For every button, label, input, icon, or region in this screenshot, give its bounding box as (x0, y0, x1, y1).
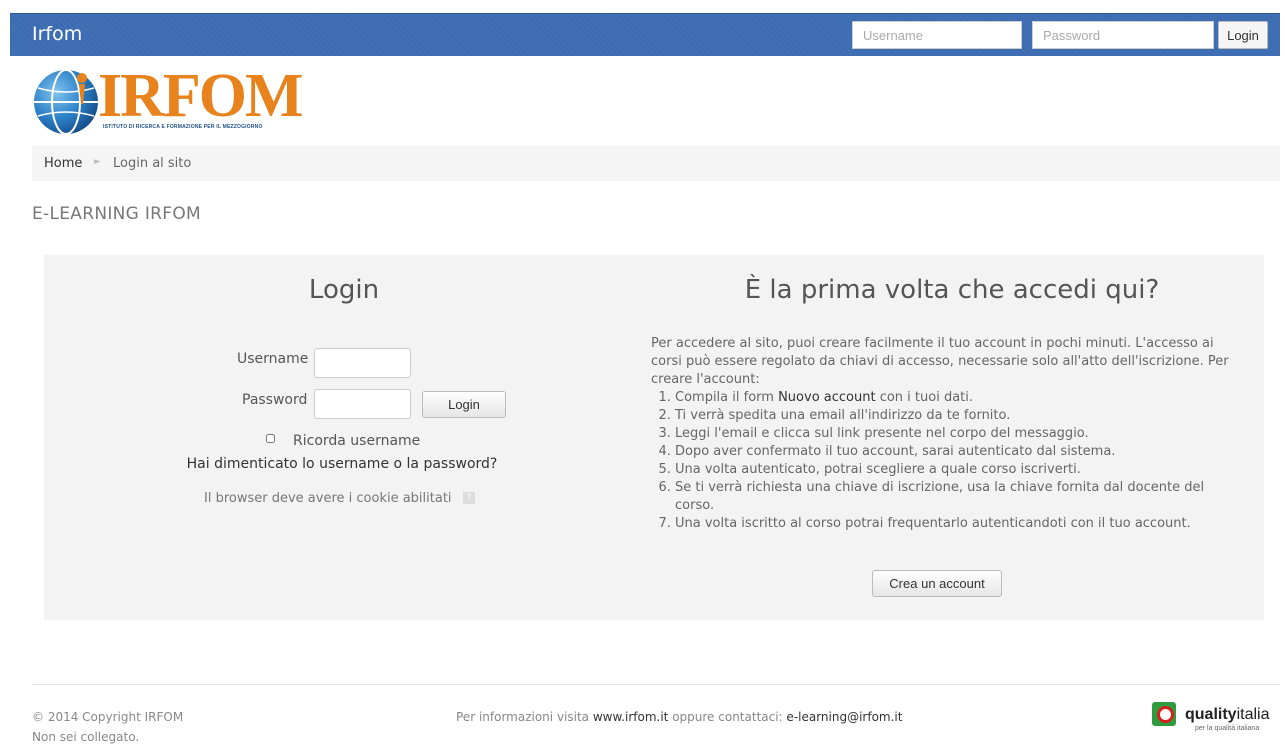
breadcrumb: Home ► Login al sito (32, 146, 1280, 181)
footer-contact: Per informazioni visita www.irfom.it opp… (456, 710, 902, 724)
footer-info-prefix: Per informazioni visita (456, 710, 593, 724)
signup-step: Dopo aver confermato il tuo account, sar… (675, 443, 1241, 461)
breadcrumb-separator-icon: ► (94, 157, 101, 167)
step-text: Compila il form (675, 390, 779, 405)
page-title: E-LEARNING IRFOM (32, 204, 202, 224)
navbar-password-input[interactable] (1032, 21, 1214, 49)
wordmark-bold: quality (1185, 706, 1237, 723)
signup-step: Una volta iscritto al corso potrai frequ… (675, 515, 1241, 533)
qualityitalia-wordmark: qualityitalia (1185, 706, 1269, 724)
login-panel: Login Username Password Login Ricorda us… (44, 255, 1264, 620)
help-icon[interactable]: ? (463, 492, 475, 504)
password-input[interactable] (314, 389, 411, 419)
signup-step: Compila il form Nuovo account con i tuoi… (675, 389, 1241, 407)
new-account-link[interactable]: Nuovo account (778, 390, 876, 405)
top-navbar: Irfom Login (10, 13, 1280, 56)
login-title: Login (308, 275, 380, 305)
signup-title: È la prima volta che accedi qui? (744, 275, 1160, 305)
email-link[interactable]: e-learning@irfom.it (786, 710, 902, 724)
irfom-logo[interactable]: IRFOM ISTITUTO DI RICERCA E FORMAZIONE P… (32, 62, 304, 135)
username-label: Username (237, 351, 309, 367)
cookie-notice: Il browser deve avere i cookie abilitati (204, 491, 452, 506)
qualityitalia-logo[interactable]: qualityitalia per la qualità italiana (1152, 702, 1282, 736)
remember-username-checkbox[interactable] (266, 434, 275, 443)
breadcrumb-current: Login al sito (113, 156, 192, 171)
signup-instructions: Per accedere al sito, puoi creare facilm… (651, 335, 1241, 533)
site-brand[interactable]: Irfom (32, 23, 82, 45)
signup-steps: Compila il form Nuovo account con i tuoi… (651, 389, 1241, 533)
footer-info-middle: oppure contattaci: (668, 710, 787, 724)
logo-subtitle: ISTITUTO DI RICERCA E FORMAZIONE PER IL … (103, 124, 263, 130)
navbar-username-input[interactable] (852, 21, 1022, 49)
breadcrumb-home-link[interactable]: Home (44, 156, 82, 171)
signup-step: Ti verrà spedita una email all'indirizzo… (675, 407, 1241, 425)
website-link[interactable]: www.irfom.it (593, 710, 669, 724)
wordmark-light: italia (1236, 706, 1270, 723)
password-label: Password (242, 392, 308, 408)
qualityitalia-tagline: per la qualità italiana (1195, 725, 1260, 732)
signup-intro: Per accedere al sito, puoi creare facilm… (651, 336, 1229, 387)
signup-step: Se ti verrà richiesta una chiave di iscr… (675, 479, 1241, 515)
username-input[interactable] (314, 348, 411, 378)
copyright: © 2014 Copyright IRFOM (32, 710, 184, 724)
remember-username-label[interactable]: Ricorda username (293, 433, 420, 449)
login-status: Non sei collegato. (32, 730, 140, 744)
login-button[interactable]: Login (422, 391, 506, 418)
globe-icon (34, 69, 98, 135)
signup-step: Leggi l'email e clicca sul link presente… (675, 425, 1241, 443)
forgot-password-link[interactable]: Hai dimenticato lo username o la passwor… (44, 456, 640, 472)
step-text: con i tuoi dati. (875, 390, 974, 405)
navbar-login-button[interactable]: Login (1218, 21, 1268, 49)
footer-divider (32, 684, 1280, 685)
qualityitalia-logo-icon (1152, 702, 1176, 726)
signup-step: Una volta autenticato, potrai scegliere … (675, 461, 1241, 479)
create-account-button[interactable]: Crea un account (872, 570, 1002, 597)
